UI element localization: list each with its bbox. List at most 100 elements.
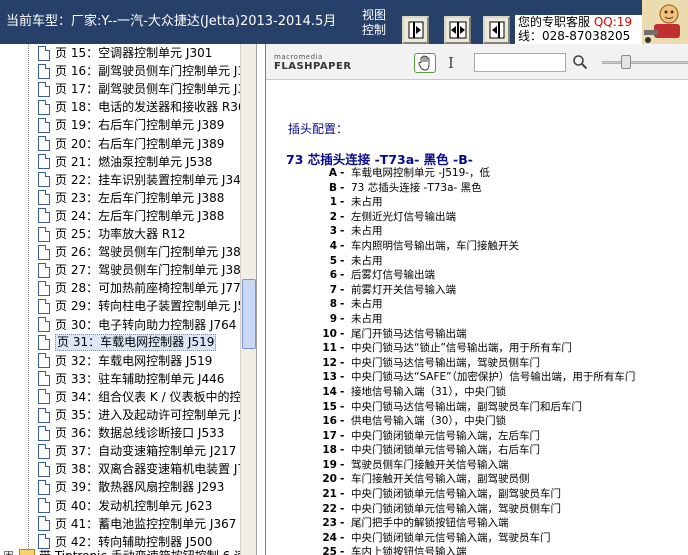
pin-dash: - [340, 415, 345, 428]
flashpaper-viewer: macromedia FLASHPAPER I 插头配置： 73 芯插头连接 -… [265, 44, 688, 555]
pin-dash: - [340, 400, 345, 413]
pin-row: 10- 尾门开锁马达信号输出端 [286, 327, 686, 342]
pin-dash: - [340, 342, 345, 355]
pin-description: 中央门锁闭锁单元信号输入端，副驾驶员车门 [351, 488, 561, 501]
pin-number: 24 [322, 531, 337, 544]
tree-item[interactable]: 页 28：可加热前座椅控制单元 J774 [38, 279, 243, 297]
pin-number: 13 [322, 371, 337, 384]
service-qq[interactable]: QQ:19 [594, 15, 632, 29]
pin-dash: - [340, 458, 345, 471]
zoom-slider-thumb[interactable] [621, 55, 631, 69]
pin-description: 未占用 [351, 312, 383, 325]
pin-description: 驾驶员侧车门接触开关信号输入端 [351, 458, 509, 471]
page-tree-panel[interactable]: 页 15：空调器控制单元 J301 页 16：副驾驶员侧车门控制单元 J3 页 17… [0, 44, 257, 555]
tree-scrollbar[interactable] [240, 44, 256, 555]
tree-item[interactable]: 页 34：组合仪表 K / 仪表板中的控 [38, 388, 243, 406]
tree-item[interactable]: 页 21：燃油泵控制单元 J538 [38, 153, 243, 171]
tree-item-label: 页 22：挂车识别装置控制单元 J34 [55, 172, 241, 187]
tree-item[interactable]: 页 31：车载电网控制器 J519 [38, 334, 243, 352]
tree-item[interactable]: 页 37：自动变速箱控制单元 J217 [38, 442, 243, 460]
tree-item-label: 页 18：电话的发送器和接收器 R36 [55, 100, 243, 115]
pin-row: 19- 驾驶员侧车门接触开关信号输入端 [286, 458, 686, 473]
tree-item[interactable]: 页 23：左后车门控制单元 J388 [38, 189, 243, 207]
dual-page-icon [449, 21, 466, 39]
tree-item[interactable]: 页 30：电子转向助力控制器 J764 [38, 316, 243, 334]
tree-item[interactable]: 页 40：发动机控制单元 J623 [38, 497, 243, 515]
pin-number: 7 [329, 283, 337, 296]
current-model-title: 当前车型：厂家:Y--一汽-大众捷达(Jetta)2013-2014.5月 [6, 14, 337, 29]
tree-item-label: 页 19：右后车门控制单元 J389 [55, 118, 225, 133]
tree-scrollbar-thumb[interactable] [242, 279, 256, 349]
pin-dash: - [340, 210, 345, 223]
pin-number: 11 [322, 342, 337, 355]
zoom-slider[interactable] [602, 55, 688, 69]
tree-item[interactable]: 页 33：驻车辅助控制单元 J446 [38, 370, 243, 388]
tree-item-label: 页 15：空调器控制单元 J301 [55, 46, 213, 60]
search-button[interactable] [572, 54, 588, 70]
pin-description: 前雾灯开关信号输入端 [351, 283, 456, 296]
tree-item[interactable]: 页 18：电话的发送器和接收器 R36 [38, 98, 243, 116]
mascot-logo [642, 0, 688, 44]
tree-item-label: 页 17：副驾驶员侧车门控制单元 J3 [55, 82, 243, 97]
tree-folder-item[interactable]: + 带 Tiptronic 手动变速箱按钮控制 6 速 [4, 546, 246, 555]
pin-dash: - [340, 225, 345, 238]
pin-description: 中央门锁闭锁单元信号输入端，右后车门 [351, 444, 540, 457]
service-label: 您的专职客服 [518, 15, 591, 29]
pin-row: 17- 中央门锁闭锁单元信号输入端，左后车门 [286, 429, 686, 444]
tree-item[interactable]: 页 32：车载电网控制器 J519 [38, 352, 243, 370]
pin-number: 20 [322, 473, 337, 486]
page-icon [38, 63, 50, 79]
tree-item-label: 页 41：蓄电池监控控制单元 J367 [55, 516, 237, 531]
pin-description: 车载电网控制单元 -J519-，低 [351, 167, 491, 179]
tree-item[interactable]: 页 41：蓄电池监控控制单元 J367 [38, 515, 243, 533]
pin-description: 中央门锁马达“SAFE”（加密保护）信号输出端，用于所有车门 [351, 371, 636, 384]
tree-item[interactable]: 页 22：挂车识别装置控制单元 J34 [38, 171, 243, 189]
single-page-view-button[interactable] [402, 16, 429, 44]
page-icon [38, 516, 50, 532]
service-phone: 线：028-87038205 [518, 29, 631, 43]
tree-item[interactable]: 页 38：双离合器变速箱机电装置 J7 [38, 460, 243, 478]
page-icon [38, 154, 50, 170]
expand-icon[interactable]: + [4, 550, 13, 555]
pin-row: 15- 中央门锁马达信号输出端，副驾驶员车门和后车门 [286, 400, 686, 415]
tree-item[interactable]: 页 39：散热器风扇控制器 J293 [38, 478, 243, 496]
tree-item[interactable]: 页 17：副驾驶员侧车门控制单元 J3 [38, 80, 243, 98]
tree-item[interactable]: 页 26：驾驶员侧车门控制单元 J38 [38, 243, 243, 261]
zoom-slider-track [602, 61, 688, 64]
search-input[interactable] [474, 53, 566, 72]
tree-item[interactable]: 页 24：左后车门控制单元 J388 [38, 207, 243, 225]
single-page-icon [408, 21, 423, 39]
page-icon [38, 498, 50, 513]
page-icon [38, 371, 50, 387]
tree-item[interactable]: 页 20：右后车门控制单元 J389 [38, 135, 243, 153]
pin-number: 22 [322, 502, 337, 515]
hand-tool-button[interactable] [414, 53, 436, 73]
pin-number: 23 [322, 517, 337, 530]
pin-dash: - [340, 444, 345, 457]
pin-row: A - 车载电网控制单元 -J519-，低 [286, 166, 686, 181]
pin-dash: - [340, 254, 345, 267]
page-icon [38, 335, 50, 351]
previous-page-view-button[interactable] [483, 16, 510, 44]
pin-description: 未占用 [351, 254, 383, 267]
tree-item[interactable]: 页 36：数据总线诊断接口 J533 [38, 424, 243, 442]
pin-description: 未占用 [351, 196, 383, 209]
text-select-tool-button[interactable]: I [444, 53, 458, 73]
pin-number: 1 [329, 196, 337, 209]
tree-item[interactable]: 页 29：转向柱电子装置控制单元 J5 [38, 297, 243, 315]
pin-number: 10 [322, 327, 337, 340]
page-icon [38, 298, 50, 314]
tree-item[interactable]: 页 16：副驾驶员侧车门控制单元 J3 [38, 62, 243, 80]
pin-description: 供电信号输入端（30），中央门锁 [351, 415, 507, 428]
pin-list: A - 车载电网控制单元 -J519-，低 B -73 芯插头连接 -T73a- 黑色 1… [286, 166, 686, 555]
tree-item[interactable]: 页 27：驾驶员侧车门控制单元 J38 [38, 261, 243, 279]
pin-row: 12- 中央门锁马达信号输出端，驾驶员侧车门 [286, 356, 686, 371]
document-page: 插头配置： 73 芯插头连接 -T73a- 黑色 -B- A - 车载电网控制单元 … [266, 81, 688, 555]
pin-dash: - [340, 546, 345, 555]
dual-page-view-button[interactable] [444, 16, 471, 44]
tree-item[interactable]: 页 35：进入及起动许可控制单元 J5 [38, 406, 243, 424]
tree-item[interactable]: 页 15：空调器控制单元 J301 [38, 44, 243, 62]
tree-item[interactable]: 页 25：功率放大器 R12 [38, 225, 243, 243]
tree-item[interactable]: 页 19：右后车门控制单元 J389 [38, 116, 243, 134]
pin-description: 中央门锁闭锁单元信号输入端，左后车门 [351, 429, 540, 442]
